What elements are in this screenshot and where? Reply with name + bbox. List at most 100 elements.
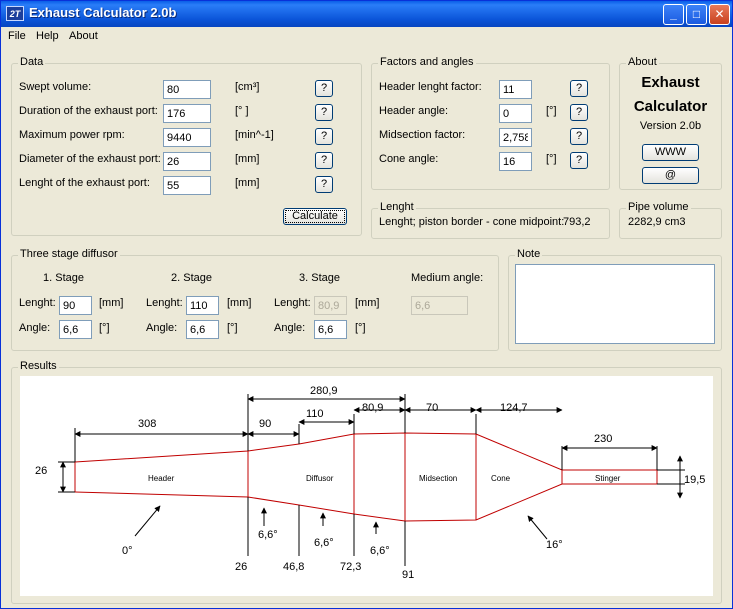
section-cone-label: Cone — [491, 474, 511, 483]
port-diameter-unit: [mm] — [235, 153, 260, 165]
header-angle-help-button[interactable]: ? — [570, 104, 588, 121]
port-diameter-input[interactable] — [163, 152, 211, 171]
angle-stage3: 6,6° — [370, 545, 390, 557]
dim-cone: 124,7 — [500, 402, 528, 414]
header-lenght-factor-help-button[interactable]: ? — [570, 80, 588, 97]
maximize-button[interactable]: □ — [686, 4, 707, 25]
stage2-lenght-input[interactable] — [186, 296, 219, 315]
angle-stage1: 6,6° — [258, 529, 278, 541]
email-button[interactable]: @ — [642, 167, 699, 184]
section-diffusor-label: Diffusor — [306, 474, 334, 483]
factors-group-label: Factors and angles — [378, 56, 476, 68]
stage1-angle-label: Angle: — [19, 322, 51, 334]
swept-volume-unit: [cm³] — [235, 81, 260, 93]
swept-volume-label: Swept volume: — [19, 81, 92, 93]
diameter-d4: 91 — [402, 569, 414, 581]
port-lenght-input[interactable] — [163, 176, 211, 195]
stage3-lenght-unit: [mm] — [355, 297, 380, 309]
pipe-top-edge — [74, 432, 657, 471]
header-lenght-factor-label: Header lenght factor: — [379, 81, 482, 93]
dim-stage2: 110 — [306, 408, 324, 420]
duration-label: Duration of the exhaust port: — [19, 105, 158, 117]
port-lenght-help-button[interactable]: ? — [315, 176, 333, 193]
max-rpm-help-button[interactable]: ? — [315, 128, 333, 145]
port-diameter-help-button[interactable]: ? — [315, 152, 333, 169]
dim-header-lenght: 308 — [138, 418, 156, 430]
port-diameter-label: Diameter of the exhaust port: — [19, 153, 161, 165]
section-stinger-label: Stinger — [595, 474, 621, 483]
swept-volume-input[interactable] — [163, 80, 211, 99]
max-rpm-input[interactable] — [163, 128, 211, 147]
stage2-angle-unit: [°] — [227, 322, 238, 334]
results-drawing: Header Diffusor Midsection Cone Stinger — [20, 376, 713, 596]
menu-bar: File Help About — [1, 27, 732, 47]
lenght-result-label: Lenght; piston border - cone midpoint: — [379, 216, 565, 228]
stage3-angle-input[interactable] — [314, 320, 347, 339]
dim-stinger-diameter: 19,5 — [684, 474, 705, 486]
stage3-lenght-label: Lenght: — [274, 297, 311, 309]
menu-help[interactable]: Help — [36, 30, 59, 42]
section-header-label: Header — [148, 474, 175, 483]
angle-stage2: 6,6° — [314, 537, 334, 549]
diameter-d1: 26 — [235, 561, 247, 573]
stage1-title: 1. Stage — [43, 272, 84, 284]
diffusor-group-label: Three stage diffusor — [18, 248, 120, 260]
duration-unit: [° ] — [235, 105, 249, 117]
midsection-factor-help-button[interactable]: ? — [570, 128, 588, 145]
stage1-lenght-input[interactable] — [59, 296, 92, 315]
duration-input[interactable] — [163, 104, 211, 123]
header-angle-input[interactable] — [499, 104, 532, 123]
calculate-button[interactable]: Calculate — [283, 208, 347, 225]
stage1-lenght-unit: [mm] — [99, 297, 124, 309]
dim-stage3: 80,9 — [362, 402, 383, 414]
window-title: Exhaust Calculator 2.0b — [29, 5, 177, 20]
close-button[interactable]: ✕ — [709, 4, 730, 25]
pipe-volume-value: 2282,9 cm3 — [628, 216, 686, 228]
cone-angle-help-button[interactable]: ? — [570, 152, 588, 169]
header-angle-unit: [°] — [546, 105, 557, 117]
menu-file[interactable]: File — [8, 30, 26, 42]
about-version: Version 2.0b — [639, 120, 702, 132]
port-lenght-label: Lenght of the exhaust port: — [19, 177, 150, 189]
stage2-lenght-label: Lenght: — [146, 297, 183, 309]
stage2-angle-label: Angle: — [146, 322, 178, 334]
pipe-bottom-edge — [74, 483, 657, 522]
midsection-factor-input[interactable] — [499, 128, 532, 147]
stage3-angle-unit: [°] — [355, 322, 366, 334]
dim-total-diffusor: 280,9 — [310, 385, 338, 397]
dim-inlet-diameter: 26 — [35, 465, 47, 477]
stage1-angle-input[interactable] — [59, 320, 92, 339]
stage2-angle-input[interactable] — [186, 320, 219, 339]
angle-header: 0° — [122, 545, 133, 557]
dim-stinger: 230 — [594, 433, 612, 445]
angle-pointers — [134, 505, 548, 540]
note-group-label: Note — [515, 248, 543, 260]
max-rpm-label: Maximum power rpm: — [19, 129, 125, 141]
www-button[interactable]: WWW — [642, 144, 699, 161]
angle-cone: 16° — [546, 539, 563, 551]
minimize-button[interactable]: _ — [663, 4, 684, 25]
diameter-d2: 46,8 — [283, 561, 304, 573]
section-midsection-label: Midsection — [419, 474, 457, 483]
stage1-lenght-label: Lenght: — [19, 297, 56, 309]
dim-midsection: 70 — [426, 402, 438, 414]
app-logo-icon: 2T — [6, 6, 24, 21]
stage3-angle-label: Angle: — [274, 322, 306, 334]
cone-angle-label: Cone angle: — [379, 153, 439, 165]
duration-help-button[interactable]: ? — [315, 104, 333, 121]
medium-angle-label: Medium angle: — [411, 272, 484, 284]
exhaust-pipe-diagram: Header Diffusor Midsection Cone Stinger — [35, 385, 705, 581]
stage3-title: 3. Stage — [299, 272, 340, 284]
header-lenght-factor-input[interactable] — [499, 80, 532, 99]
stage1-angle-unit: [°] — [99, 322, 110, 334]
swept-volume-help-button[interactable]: ? — [315, 80, 333, 97]
data-group-label: Data — [18, 56, 46, 68]
lenght-group-label: Lenght — [378, 201, 416, 213]
menu-about[interactable]: About — [69, 30, 98, 42]
cone-angle-input[interactable] — [499, 152, 532, 171]
note-textarea[interactable] — [515, 264, 715, 344]
midsection-factor-label: Midsection factor: — [379, 129, 466, 141]
diameter-d3: 72,3 — [340, 561, 361, 573]
medium-angle-input — [411, 296, 468, 315]
title-bar[interactable]: 2T Exhaust Calculator 2.0b _ □ ✕ — [1, 1, 732, 27]
